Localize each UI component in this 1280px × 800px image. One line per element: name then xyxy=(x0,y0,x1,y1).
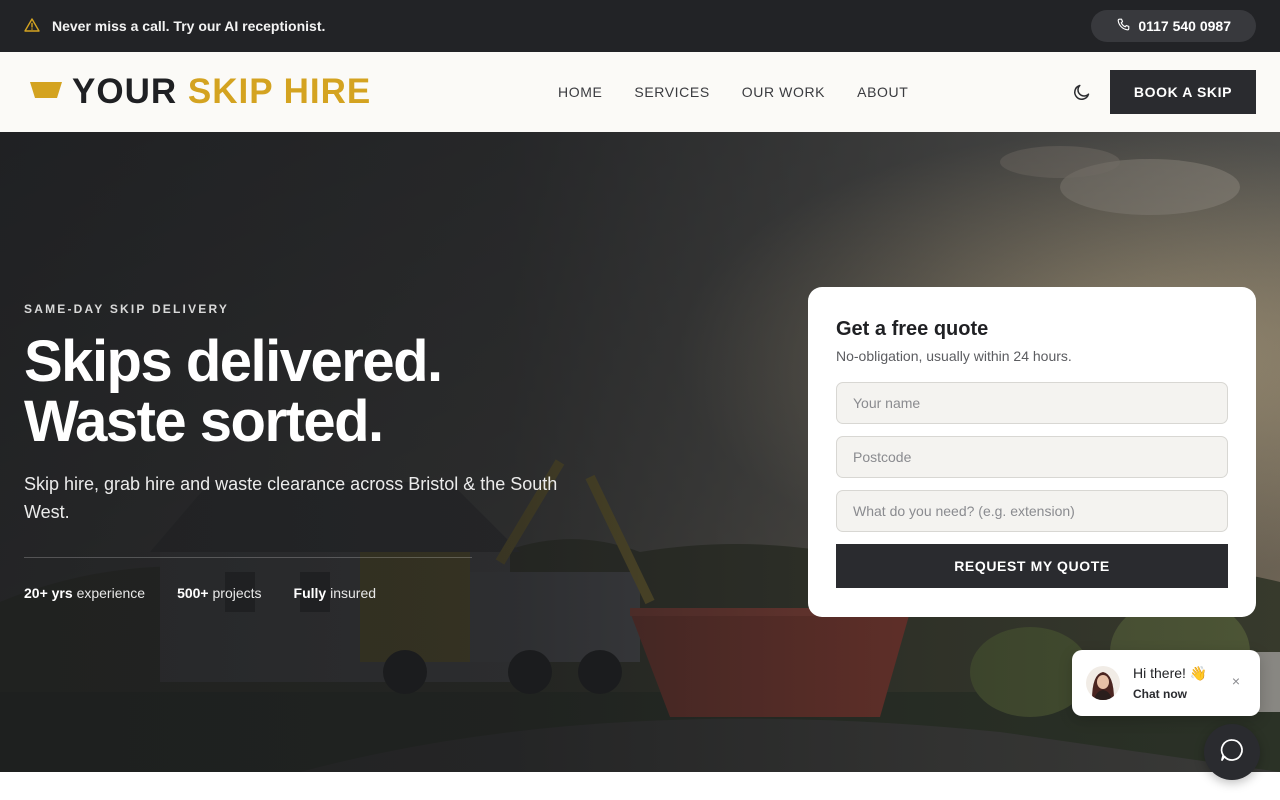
announcement-text[interactable]: Never miss a call. Try our AI receptioni… xyxy=(52,18,325,34)
hero-headline: Skips delivered. Waste sorted. xyxy=(24,332,644,452)
nav-home[interactable]: HOME xyxy=(558,82,602,102)
stat-label: projects xyxy=(212,585,262,601)
hero-divider xyxy=(24,557,472,558)
stat-value: Fully xyxy=(293,585,327,601)
skip-bin-logo-icon xyxy=(30,81,62,104)
nav-our-work[interactable]: OUR WORK xyxy=(742,82,825,102)
chat-popup[interactable]: Hi there! 👋 Chat now × xyxy=(1072,650,1260,716)
logo-word-skip-hire: SKIP HIRE xyxy=(187,72,372,111)
name-input[interactable] xyxy=(836,382,1228,424)
needs-input[interactable] xyxy=(836,490,1228,532)
chat-bubble-icon xyxy=(1219,737,1245,768)
nav-about[interactable]: ABOUT xyxy=(857,82,908,102)
stat-experience: 20+ yrs experience xyxy=(24,584,145,602)
logo-text: YOUR SKIP HIRE xyxy=(72,72,371,112)
main-nav: HOME SERVICES OUR WORK ABOUT xyxy=(558,82,908,102)
book-a-skip-button[interactable]: BOOK A SKIP xyxy=(1110,70,1256,114)
warning-triangle-icon xyxy=(24,17,40,36)
hero-subhead: Skip hire, grab hire and waste clearance… xyxy=(24,474,558,522)
moon-icon[interactable] xyxy=(1072,82,1092,102)
chat-now-link[interactable]: Chat now xyxy=(1133,686,1187,702)
stat-label: insured xyxy=(330,585,377,601)
stat-label: experience xyxy=(76,585,146,601)
quote-form: Get a free quote No-obligation, usually … xyxy=(808,287,1256,617)
site-header: YOUR SKIP HIRE HOME SERVICES OUR WORK AB… xyxy=(0,52,1280,132)
announcement-bar: Never miss a call. Try our AI receptioni… xyxy=(0,0,1280,52)
nav-services[interactable]: SERVICES xyxy=(634,82,709,102)
stat-insured: Fully insured xyxy=(294,584,376,602)
agent-avatar[interactable] xyxy=(1086,666,1120,700)
chat-launcher-button[interactable] xyxy=(1204,724,1260,780)
hero-stats: 20+ yrs experience 500+ projects Fully i… xyxy=(24,584,376,602)
stat-value: 500+ xyxy=(177,585,209,601)
request-quote-button[interactable]: REQUEST MY QUOTE xyxy=(836,544,1228,588)
phone-button[interactable]: 0117 540 0987 xyxy=(1091,10,1256,42)
announcement: Never miss a call. Try our AI receptioni… xyxy=(24,17,325,36)
quote-form-title: Get a free quote xyxy=(836,318,989,340)
postcode-input[interactable] xyxy=(836,436,1228,478)
stat-value: 20+ yrs xyxy=(24,585,73,601)
phone-number: 0117 540 0987 xyxy=(1138,18,1231,34)
hero-eyebrow: SAME-DAY SKIP DELIVERY xyxy=(24,302,230,316)
stat-projects: 500+ projects xyxy=(177,584,261,602)
quote-form-subtitle: No-obligation, usually within 24 hours. xyxy=(836,348,1072,364)
phone-icon xyxy=(1117,18,1130,34)
hero-headline-line-2: Waste sorted. xyxy=(24,389,384,454)
logo-word-your: YOUR xyxy=(72,72,178,111)
chat-greeting: Hi there! 👋 xyxy=(1133,665,1208,681)
hero-headline-line-1: Skips delivered. xyxy=(24,329,443,394)
logo[interactable]: YOUR SKIP HIRE xyxy=(30,72,371,112)
close-icon[interactable]: × xyxy=(1229,674,1243,688)
